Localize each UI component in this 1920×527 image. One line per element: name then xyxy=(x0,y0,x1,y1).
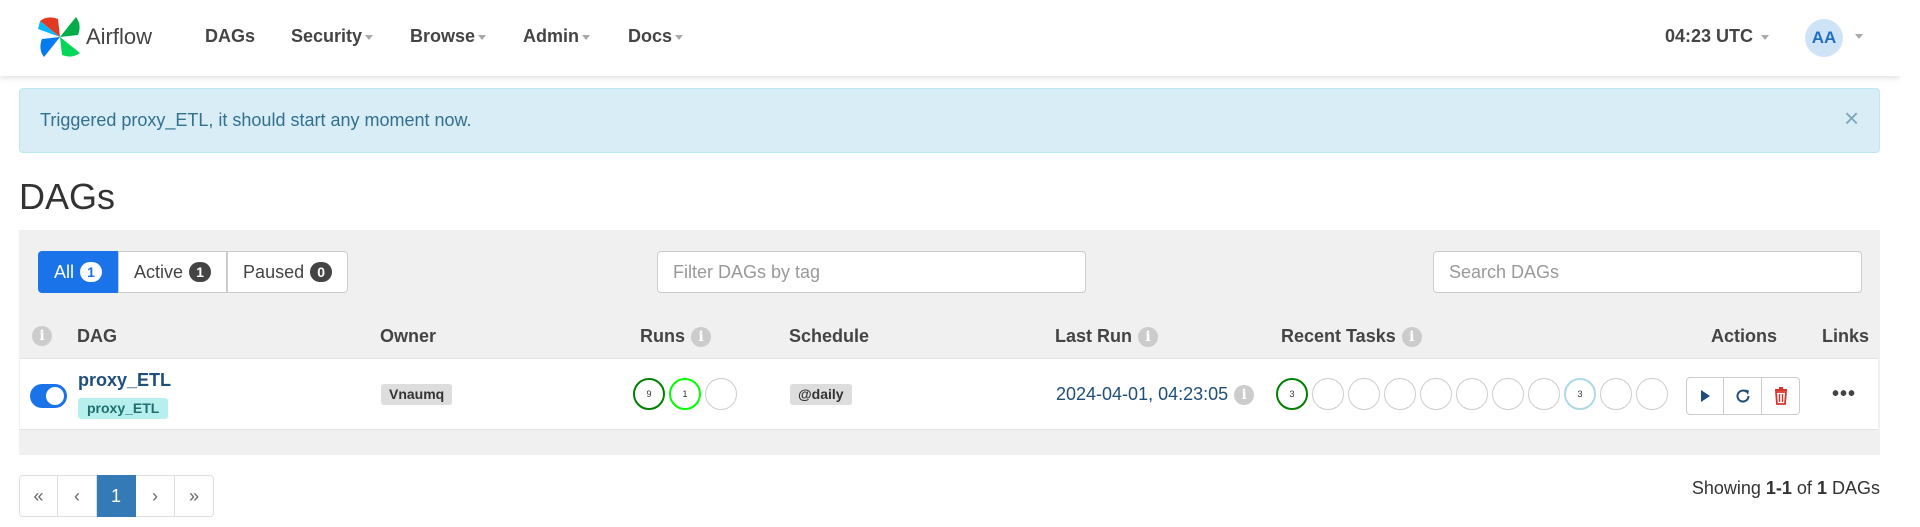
user-avatar[interactable]: AA xyxy=(1805,19,1843,57)
task-state-circle[interactable]: 3 xyxy=(1276,378,1308,410)
page-next-button[interactable]: › xyxy=(136,475,175,517)
task-state-circle[interactable] xyxy=(1528,378,1560,410)
task-state-circle[interactable] xyxy=(1456,378,1488,410)
header-actions: Actions xyxy=(1711,326,1778,346)
info-alert: Triggered proxy_ETL, it should start any… xyxy=(19,88,1880,153)
task-state-circle[interactable] xyxy=(1636,378,1668,410)
task-state-circle[interactable] xyxy=(1600,378,1632,410)
play-icon xyxy=(1701,390,1710,402)
scrollbar[interactable] xyxy=(1900,0,1920,527)
caret-down-icon xyxy=(675,34,684,40)
delete-dag-button[interactable] xyxy=(1762,377,1800,415)
brand-name[interactable]: Airflow xyxy=(86,24,152,50)
count-badge: 0 xyxy=(310,262,333,282)
task-state-circle[interactable] xyxy=(1384,378,1416,410)
info-icon[interactable]: i xyxy=(1401,327,1422,348)
last-run-link: 2024-04-01, 04:23:05 i xyxy=(1056,384,1255,406)
pagination: « ‹ 1 › » xyxy=(19,475,214,517)
nav-browse[interactable]: Browse xyxy=(410,26,487,47)
header-owner[interactable]: Owner xyxy=(380,326,436,347)
page-prev-button[interactable]: ‹ xyxy=(58,475,97,517)
header-recent-tasks: Recent Tasks i xyxy=(1281,326,1422,348)
run-state-circle[interactable]: 1 xyxy=(669,378,701,410)
info-icon[interactable]: i xyxy=(1234,385,1255,406)
filter-active-button[interactable]: Active 1 xyxy=(118,251,228,293)
task-state-circle[interactable] xyxy=(1312,378,1344,410)
owner-label[interactable]: Vnaumq xyxy=(381,384,453,405)
last-run-time[interactable]: 2024-04-01, 04:23:05 xyxy=(1056,384,1228,404)
refresh-dag-button[interactable] xyxy=(1724,377,1762,415)
run-state-circle[interactable] xyxy=(705,378,737,410)
nav-dags[interactable]: DAGs xyxy=(205,26,255,47)
trigger-dag-button[interactable] xyxy=(1686,377,1724,415)
page-title: DAGs xyxy=(19,176,116,217)
dag-id-link[interactable]: proxy_ETL xyxy=(78,370,171,391)
caret-down-icon[interactable] xyxy=(1855,34,1863,39)
header-dag[interactable]: DAG xyxy=(77,326,117,347)
count-badge: 1 xyxy=(189,262,212,282)
info-icon[interactable]: i xyxy=(691,327,711,348)
page-current-button[interactable]: 1 xyxy=(97,475,136,517)
task-state-circle[interactable] xyxy=(1420,378,1452,410)
caret-down-icon xyxy=(365,34,374,40)
results-summary: Showing 1-1 of 1 DAGs xyxy=(1691,478,1880,498)
table-row: proxy_ETL proxy_ETL Vnaumq 9 1 @daily 20… xyxy=(20,358,1878,430)
search-input[interactable]: Search DAGs xyxy=(1433,251,1862,293)
header-links: Links xyxy=(1822,326,1870,346)
task-state-circle[interactable] xyxy=(1492,378,1524,410)
trash-icon xyxy=(1774,387,1787,405)
run-state-circle[interactable]: 9 xyxy=(633,378,665,410)
page-last-button[interactable]: » xyxy=(175,475,214,517)
caret-down-icon xyxy=(582,34,590,40)
dag-runs-circles: 9 1 xyxy=(633,378,737,410)
page-first-button[interactable]: « xyxy=(19,475,58,517)
top-navbar: Airflow DAGs Security Browse Admin Docs … xyxy=(0,0,1900,76)
caret-down-icon xyxy=(478,34,487,40)
caret-down-icon xyxy=(1761,34,1770,40)
close-icon[interactable]: × xyxy=(1844,103,1859,134)
tag-filter-input[interactable]: Filter DAGs by tag xyxy=(657,251,1086,293)
info-icon[interactable]: i xyxy=(1138,327,1159,348)
filter-all-button[interactable]: All 1 xyxy=(38,251,119,293)
status-filter-group: All 1 Active 1 Paused 0 xyxy=(38,251,349,293)
nav-admin[interactable]: Admin xyxy=(523,26,590,47)
dags-panel: All 1 Active 1 Paused 0 Filter DAGs by tag … xyxy=(19,230,1880,455)
dag-pause-toggle[interactable] xyxy=(30,384,67,408)
nav-docs[interactable]: Docs xyxy=(628,26,684,47)
schedule-label[interactable]: @daily xyxy=(790,384,852,405)
dag-tag[interactable]: proxy_ETL xyxy=(78,398,169,419)
links-menu-icon[interactable]: ••• xyxy=(1832,383,1856,406)
task-state-circle[interactable]: 3 xyxy=(1564,378,1596,410)
task-state-circle[interactable] xyxy=(1348,378,1380,410)
header-runs: Runs i xyxy=(640,326,711,348)
recent-tasks-circles: 3 3 xyxy=(1276,378,1668,410)
header-last-run: Last Run i xyxy=(1055,326,1159,348)
filter-paused-button[interactable]: Paused 0 xyxy=(227,251,349,293)
header-schedule[interactable]: Schedule xyxy=(789,326,869,347)
alert-message: Triggered proxy_ETL, it should start any… xyxy=(40,110,472,130)
airflow-logo-icon[interactable] xyxy=(36,13,84,61)
info-icon[interactable]: i xyxy=(32,326,52,346)
actions-group xyxy=(1686,377,1800,415)
toggle-knob xyxy=(46,387,64,405)
refresh-icon xyxy=(1736,389,1750,403)
timezone-clock[interactable]: 04:23 UTC xyxy=(1665,26,1770,47)
nav-security[interactable]: Security xyxy=(291,26,374,47)
count-badge: 1 xyxy=(80,262,103,282)
